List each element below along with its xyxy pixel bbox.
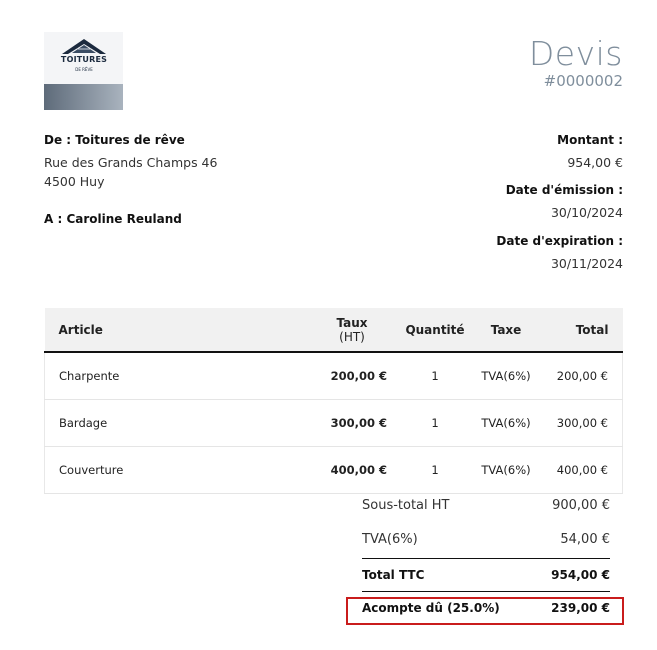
table-header-row: Article Taux (HT) Quantité Taxe Total xyxy=(44,308,623,353)
roof-icon xyxy=(62,39,106,54)
table-row: Couverture 400,00 € 1 TVA(6%) 400,00 € xyxy=(44,446,623,494)
total-row: Total TTC 954,00 € xyxy=(362,558,610,592)
table-row: Charpente 200,00 € 1 TVA(6%) 200,00 € xyxy=(44,352,623,400)
row-rate: 400,00 € xyxy=(316,446,393,494)
document-number: #0000002 xyxy=(543,72,623,90)
sender-address-line1: Rue des Grands Champs 46 xyxy=(44,155,218,170)
header-rate-line1: Taux xyxy=(336,315,368,330)
expiry-date-value: 30/11/2024 xyxy=(550,256,623,271)
subtotal-label: Sous-total HT xyxy=(362,498,450,513)
header-tax: Taxe xyxy=(477,308,535,353)
row-article: Charpente xyxy=(44,352,316,400)
header-rate: Taux (HT) xyxy=(316,308,393,353)
document-title: Devis xyxy=(528,34,623,73)
issue-date-label: Date d'émission : xyxy=(505,183,623,197)
header-article: Article xyxy=(44,308,316,353)
recipient-name: A : Caroline Reuland xyxy=(44,212,182,226)
amount-label: Montant : xyxy=(557,133,623,147)
expiry-date-label: Date d'expiration : xyxy=(496,234,623,248)
deposit-label: Acompte dû (25.0%) xyxy=(362,601,500,615)
subtotal-row: Sous-total HT 900,00 € xyxy=(362,489,610,523)
row-tax: TVA(6%) xyxy=(477,446,535,494)
deposit-value: 239,00 € xyxy=(551,601,610,615)
total-label: Total TTC xyxy=(362,568,425,582)
row-total: 400,00 € xyxy=(535,446,623,494)
line-items-table: Article Taux (HT) Quantité Taxe Total Ch… xyxy=(44,308,623,494)
logo-band xyxy=(44,84,123,110)
row-rate: 200,00 € xyxy=(316,352,393,400)
tax-label: TVA(6%) xyxy=(362,532,418,547)
row-quantity: 1 xyxy=(393,352,477,400)
deposit-row: Acompte dû (25.0%) 239,00 € xyxy=(362,597,610,625)
row-quantity: 1 xyxy=(393,446,477,494)
table-row: Bardage 300,00 € 1 TVA(6%) 300,00 € xyxy=(44,399,623,447)
row-tax: TVA(6%) xyxy=(477,352,535,400)
row-article: Bardage xyxy=(44,399,316,447)
header-total: Total xyxy=(535,308,623,353)
subtotal-value: 900,00 € xyxy=(552,498,610,513)
amount-value: 954,00 € xyxy=(567,155,623,170)
row-total: 200,00 € xyxy=(535,352,623,400)
header-rate-line2: (HT) xyxy=(339,329,365,344)
total-value: 954,00 € xyxy=(551,568,610,582)
tax-row: TVA(6%) 54,00 € xyxy=(362,523,610,557)
sender-address-line2: 4500 Huy xyxy=(44,174,105,189)
logo-sub-text: DE RÊVE xyxy=(75,67,93,72)
logo-brand-text: TOITURES xyxy=(60,55,108,64)
header-quantity: Quantité xyxy=(393,308,477,353)
company-logo: TOITURES DE RÊVE xyxy=(44,32,123,110)
row-article: Couverture xyxy=(44,446,316,494)
row-quantity: 1 xyxy=(393,399,477,447)
row-rate: 300,00 € xyxy=(316,399,393,447)
sender-name: De : Toitures de rêve xyxy=(44,133,185,147)
row-total: 300,00 € xyxy=(535,399,623,447)
tax-value: 54,00 € xyxy=(560,532,610,547)
issue-date-value: 30/10/2024 xyxy=(550,205,623,220)
logo-panel: TOITURES DE RÊVE xyxy=(44,32,123,84)
row-tax: TVA(6%) xyxy=(477,399,535,447)
